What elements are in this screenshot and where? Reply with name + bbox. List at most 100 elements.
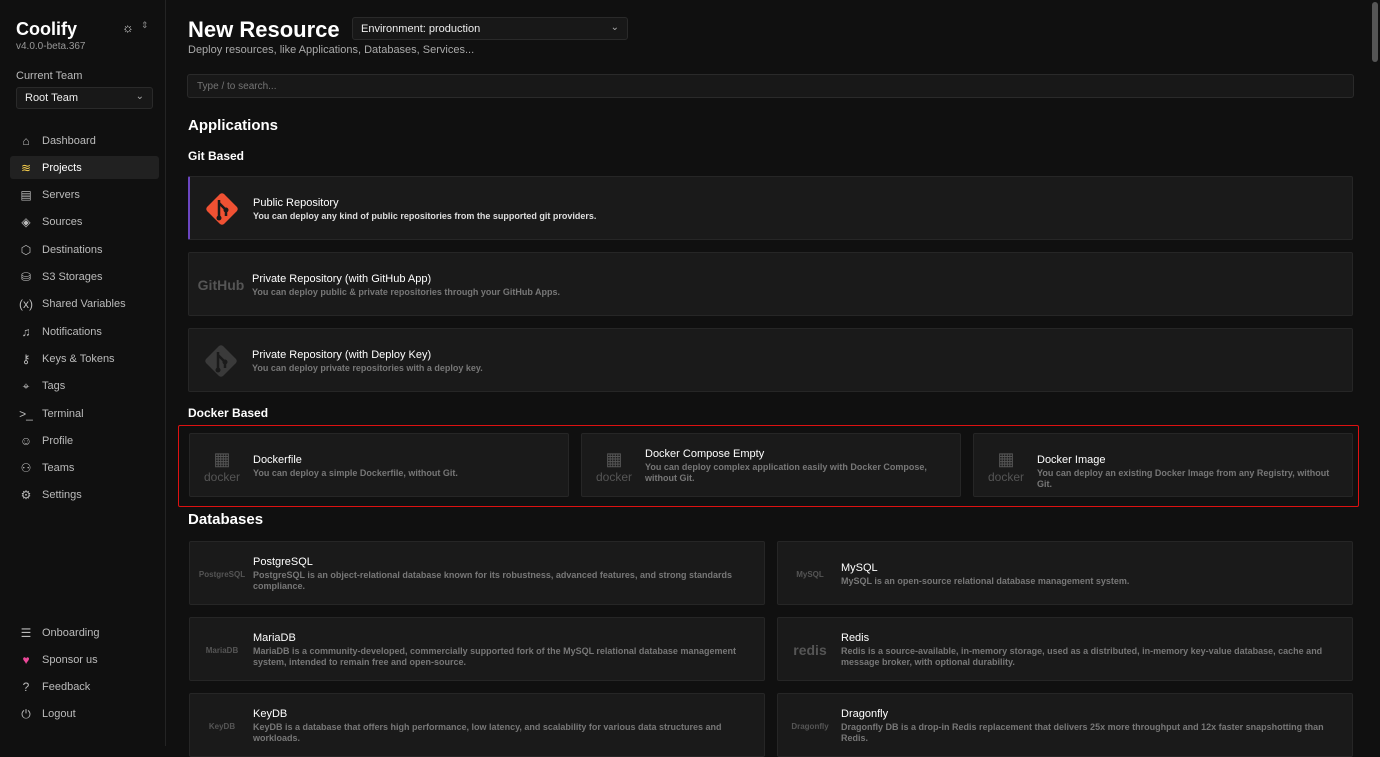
resource-card-redis[interactable]: redis Redis Redis is a source-available, i… [777, 617, 1353, 681]
logout-icon: ⏻ [21, 706, 31, 721]
card-description: You can deploy a simple Dockerfile, with… [253, 468, 458, 478]
bell-icon: ♫ [21, 324, 31, 339]
card-title: Private Repository (with GitHub App) [252, 273, 432, 285]
databases-heading: Databases [188, 511, 264, 528]
sidebar-item-label: Shared Variables [42, 298, 126, 311]
version: v4.0.0-beta.367 [16, 41, 86, 52]
resource-card-docker-image[interactable]: ▦ docker Docker Image You can deploy an exi… [973, 433, 1353, 497]
team-select[interactable]: Root Team ⌄ [16, 87, 153, 109]
postgresql-logo-icon: PostgreSQL [198, 569, 246, 579]
sidebar-item-notifications[interactable]: ♫ Notifications [10, 320, 159, 343]
sidebar-item-profile[interactable]: ☺ Profile [10, 429, 159, 452]
search-input[interactable] [187, 74, 1354, 98]
card-description: Redis is a source-available, in-memory s… [841, 646, 1323, 667]
team-label: Current Team [16, 70, 83, 82]
card-title: Dragonfly [841, 708, 889, 720]
heart-icon: ♥ [22, 652, 30, 667]
sidebar-item-shared-variables[interactable]: (x) Shared Variables [10, 293, 159, 316]
sidebar-item-onboarding[interactable]: ☰ Onboarding [10, 621, 159, 644]
database-icon: ⛁ [20, 270, 32, 284]
card-description: You can deploy public & private reposito… [252, 287, 561, 297]
scrollbar[interactable] [1372, 2, 1378, 62]
docker-logo-icon: ▦ docker [203, 448, 241, 484]
card-description: PostgreSQL is an object-relational datab… [253, 570, 732, 591]
sidebar-item-destinations[interactable]: ⬡ Destinations [10, 238, 159, 261]
card-title: Docker Image [1037, 454, 1106, 466]
sidebar-item-label: Keys & Tokens [42, 352, 115, 365]
sidebar-item-label: Notifications [42, 325, 102, 338]
home-icon: ⌂ [22, 133, 30, 148]
sidebar-item-label: Tags [42, 380, 66, 393]
sidebar-item-servers[interactable]: ▤ Servers [10, 184, 159, 207]
sidebar-item-tags[interactable]: ⌖ Tags [10, 375, 159, 398]
card-description: Dragonfly DB is a drop-in Redis replacem… [841, 722, 1324, 743]
sidebar: Coolify v4.0.0-beta.367 ☼ ⇕ Current Team… [0, 0, 166, 746]
resource-card-private-repository-with-github-app-[interactable]: GitHub Private Repository (with GitHub Ap… [188, 252, 1353, 316]
resource-card-private-repository-with-deploy-key-[interactable]: Private Repository (with Deploy Key) You … [188, 328, 1353, 392]
sidebar-item-label: S3 Storages [42, 271, 103, 283]
resource-card-dockerfile[interactable]: ▦ docker Dockerfile You can deploy a simple… [189, 433, 569, 497]
card-title: KeyDB [253, 708, 288, 720]
card-title: Private Repository (with Deploy Key) [252, 349, 432, 361]
team-icon: ⚇ [20, 461, 32, 476]
card-description: You can deploy any kind of public reposi… [253, 211, 597, 221]
card-description: MariaDB is a community-developed, commer… [253, 646, 736, 667]
card-description: You can deploy private repositories with… [252, 363, 483, 373]
keydb-logo-icon: KeyDB [208, 721, 236, 731]
sun-icon[interactable]: ☼ [122, 20, 134, 35]
environment-select[interactable]: Environment: production ⌄ [352, 17, 628, 40]
sidebar-item-label: Logout [42, 708, 76, 721]
sidebar-item-logout[interactable]: ⏻ Logout [10, 703, 159, 726]
sidebar-item-label: Settings [42, 489, 82, 502]
destination-icon: ⬡ [20, 242, 32, 257]
sidebar-item-label: Destinations [42, 243, 103, 256]
terminal-icon: >_ [19, 406, 33, 421]
dragonfly-logo-icon: Dragonfly [791, 721, 829, 731]
card-title: PostgreSQL [253, 556, 313, 568]
resource-card-keydb[interactable]: KeyDB KeyDB KeyDB is a database that offer… [189, 693, 765, 757]
resource-card-docker-compose-empty[interactable]: ▦ docker Docker Compose Empty You can deplo… [581, 433, 961, 497]
sidebar-item-label: Dashboard [42, 134, 96, 147]
chevron-updown-icon[interactable]: ⇕ [141, 20, 149, 31]
resource-card-mariadb[interactable]: MariaDB MariaDB MariaDB is a community-dev… [189, 617, 765, 681]
card-description: MySQL is an open-source relational datab… [841, 576, 1130, 586]
card-description: KeyDB is a database that offers high per… [253, 722, 722, 743]
variable-icon: (x) [19, 297, 33, 312]
sidebar-item-settings[interactable]: ⚙ Settings [10, 484, 159, 507]
sidebar-item-projects[interactable]: ≋ Projects [10, 156, 159, 180]
card-title: Docker Compose Empty [645, 448, 765, 460]
help-icon: ? [22, 680, 30, 695]
key-icon: ⚷ [21, 351, 31, 366]
team-value: Root Team [25, 92, 78, 104]
sidebar-item-label: Onboarding [42, 626, 100, 639]
sidebar-item-teams[interactable]: ⚇ Teams [10, 457, 159, 480]
sidebar-item-s3-storages[interactable]: ⛁ S3 Storages [10, 266, 159, 289]
resource-card-public-repository[interactable]: Public Repository You can deploy any kind… [188, 176, 1353, 240]
card-description: You can deploy an existing Docker Image … [1037, 468, 1330, 489]
mysql-logo-icon: MySQL [796, 569, 824, 579]
sidebar-item-dashboard[interactable]: ⌂ Dashboard [10, 129, 159, 152]
environment-value: Environment: production [361, 23, 481, 35]
sidebar-item-terminal[interactable]: >_ Terminal [10, 402, 159, 425]
resource-card-postgresql[interactable]: PostgreSQL PostgreSQL PostgreSQL is an obj… [189, 541, 765, 605]
card-title: Redis [841, 632, 870, 644]
chevron-down-icon: ⌄ [610, 22, 619, 33]
sidebar-item-label: Terminal [42, 407, 84, 420]
layers-icon: ≋ [20, 160, 32, 175]
sidebar-item-label: Teams [42, 462, 75, 475]
sidebar-item-label: Projects [42, 161, 82, 174]
card-description: You can deploy complex application easil… [645, 462, 927, 483]
sidebar-item-keys-tokens[interactable]: ⚷ Keys & Tokens [10, 347, 159, 370]
sidebar-item-sources[interactable]: ◈ Sources [10, 211, 159, 234]
card-title: Public Repository [253, 197, 339, 209]
sidebar-item-feedback[interactable]: ? Feedback [10, 676, 159, 699]
page-subtitle: Deploy resources, like Applications, Dat… [188, 44, 475, 56]
docker-logo-icon: ▦ docker [987, 448, 1025, 484]
git-logo-icon [200, 187, 244, 231]
checklist-icon: ☰ [20, 625, 32, 640]
resource-card-mysql[interactable]: MySQL MySQL MySQL is an open-source relati… [777, 541, 1353, 605]
card-title: Dockerfile [253, 454, 302, 466]
sidebar-item-sponsor-us[interactable]: ♥ Sponsor us [10, 648, 159, 671]
card-title: MySQL [841, 562, 878, 574]
resource-card-dragonfly[interactable]: Dragonfly Dragonfly Dragonfly DB is a drop… [777, 693, 1353, 757]
